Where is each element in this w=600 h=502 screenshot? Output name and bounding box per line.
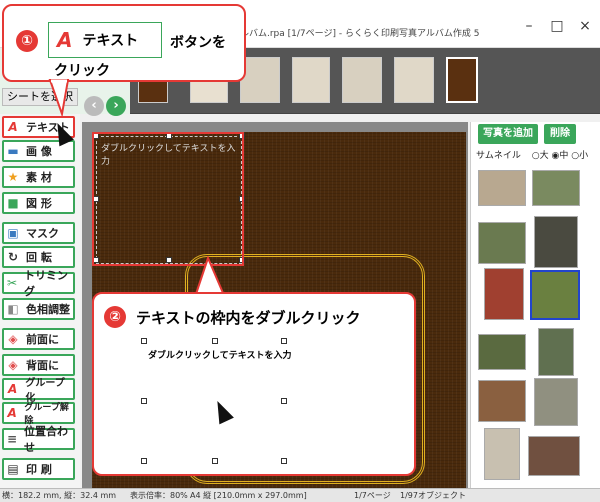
callout-step1: ① A テキスト ボタンを クリック [2, 4, 246, 82]
status-page: 1/7ページ [354, 491, 391, 500]
mouse-cursor-icon [210, 397, 234, 425]
resize-handle [281, 398, 287, 404]
trimming-tool-button[interactable]: ✂ トリミング [2, 269, 75, 298]
thumbnail-size-label: サムネイル [476, 151, 521, 161]
callout-text: テキストの枠内をダブルクリック [136, 309, 361, 327]
page-thumbnail-current[interactable] [446, 57, 478, 103]
bring-front-icon: ◈ [8, 332, 18, 346]
size-radio-medium[interactable]: ◉中 [551, 151, 568, 161]
photo-thumbnail[interactable] [528, 436, 580, 476]
size-radio-small[interactable]: ○小 [571, 151, 588, 161]
color-icon: ◧ [7, 302, 19, 316]
tool-label: 印 刷 [26, 463, 52, 476]
photo-thumbnail[interactable] [478, 222, 526, 264]
prev-page-icon[interactable]: ‹ [84, 96, 104, 116]
align-icon: ≡ [6, 432, 18, 446]
star-icon: ★ [7, 170, 19, 184]
text-box-highlight [92, 132, 244, 266]
tool-label: 画 像 [26, 145, 52, 158]
mask-icon: ▣ [7, 226, 19, 240]
page-thumbnail[interactable] [342, 57, 382, 103]
step-number: ① [16, 30, 38, 52]
page-thumbnail[interactable] [292, 57, 330, 103]
send-back-button[interactable]: ◈ 背面に [2, 354, 75, 376]
status-objects: 1/97オブジェクト [400, 491, 466, 500]
maximize-button[interactable]: □ [544, 16, 570, 36]
page-thumbnail[interactable] [240, 57, 280, 103]
add-photo-button[interactable]: 写真を追加 [478, 124, 538, 144]
scissors-icon: ✂ [6, 276, 18, 290]
close-button[interactable]: × [572, 16, 598, 36]
tool-panel: A テキスト ▬ 画 像 ★ 素 材 ■ 図 形 ▣ マスク ↻ 回 転 ✂ ト… [0, 114, 80, 488]
rotate-tool-button[interactable]: ↻ 回 転 [2, 246, 75, 268]
shape-tool-button[interactable]: ■ 図 形 [2, 192, 75, 214]
status-bar: 横：182.2 mm, 縦：32.4 mm 表示倍率：80% A4 縦 [210… [0, 488, 600, 502]
rotate-icon: ↻ [7, 250, 19, 264]
photo-thumbnail-selected[interactable] [530, 270, 580, 320]
align-button[interactable]: ≡ 位置合わせ [2, 425, 75, 454]
size-radio-large[interactable]: ○大 [532, 151, 549, 161]
ungroup-button[interactable]: A グループ解除 [2, 402, 75, 426]
tool-label: 回 転 [26, 251, 52, 264]
tool-label: 色相調整 [26, 303, 70, 316]
window-title: ルバム.rpa [1/7ページ] - らくらく印刷写真アルバム作成 5 [240, 29, 480, 39]
ungroup-icon: A [7, 406, 17, 420]
resize-handle [281, 338, 287, 344]
group-icon: A [8, 382, 18, 396]
photo-thumbnail[interactable] [484, 268, 524, 320]
text-box-placeholder: ダブルクリックしてテキストを入力 [148, 351, 292, 361]
status-paper: A4 縦 [210.0mm x 297.0mm] [190, 491, 307, 500]
callout-pointer [48, 79, 70, 118]
shapes-icon: ■ [7, 196, 19, 210]
tool-label: 素 材 [26, 171, 52, 184]
resize-handle [212, 458, 218, 464]
tool-label: マスク [26, 227, 59, 240]
tool-label: 図 形 [26, 197, 52, 210]
button-label: テキスト [82, 33, 139, 49]
minimize-button[interactable]: – [516, 16, 542, 36]
text-button-illustration: A テキスト [48, 22, 162, 58]
print-button[interactable]: ▤ 印 刷 [2, 458, 75, 480]
resize-handle [141, 398, 147, 404]
hue-adjust-button[interactable]: ◧ 色相調整 [2, 298, 75, 320]
photo-thumbnail[interactable] [478, 334, 526, 370]
photo-thumbnail[interactable] [534, 378, 578, 426]
resize-handle [212, 338, 218, 344]
resize-handle [141, 338, 147, 344]
group-button[interactable]: A グループ化 [2, 378, 75, 404]
send-back-icon: ◈ [8, 358, 18, 372]
callout-text: クリック [54, 63, 110, 79]
next-page-icon[interactable]: › [106, 96, 126, 116]
bring-front-button[interactable]: ◈ 前面に [2, 328, 75, 350]
page-thumbnail[interactable] [394, 57, 434, 103]
callout-text: ボタンを [170, 35, 226, 51]
image-icon: ▬ [7, 144, 19, 158]
resize-handle [281, 458, 287, 464]
tool-label: 背面に [26, 359, 59, 372]
material-tool-button[interactable]: ★ 素 材 [2, 166, 75, 188]
mask-tool-button[interactable]: ▣ マスク [2, 222, 75, 244]
text-A-icon: A [57, 28, 73, 52]
tool-label: 前面に [26, 333, 59, 346]
photo-thumbnail[interactable] [478, 170, 526, 206]
photo-thumbnail[interactable] [484, 428, 520, 480]
step-number: ② [104, 306, 126, 328]
status-size: 横：182.2 mm, 縦：32.4 mm [2, 491, 117, 500]
photo-thumbnail[interactable] [538, 328, 574, 376]
status-zoom: 表示倍率：80% [130, 491, 188, 500]
photo-thumbnail[interactable] [478, 380, 526, 422]
tool-label: 位置合わせ [24, 425, 69, 454]
delete-photo-button[interactable]: 削除 [544, 124, 576, 144]
photo-thumbnail[interactable] [532, 170, 580, 206]
tool-label: トリミング [24, 269, 69, 298]
thumbnail-size-row: サムネイル ○大 ◉中 ○小 [476, 148, 588, 161]
callout-step2: ② テキストの枠内をダブルクリック ダブルクリックしてテキストを入力 [92, 292, 416, 476]
photo-thumbnail[interactable] [534, 216, 578, 268]
resize-handle [141, 458, 147, 464]
printer-icon: ▤ [7, 462, 19, 476]
text-A-icon: A [8, 120, 18, 134]
